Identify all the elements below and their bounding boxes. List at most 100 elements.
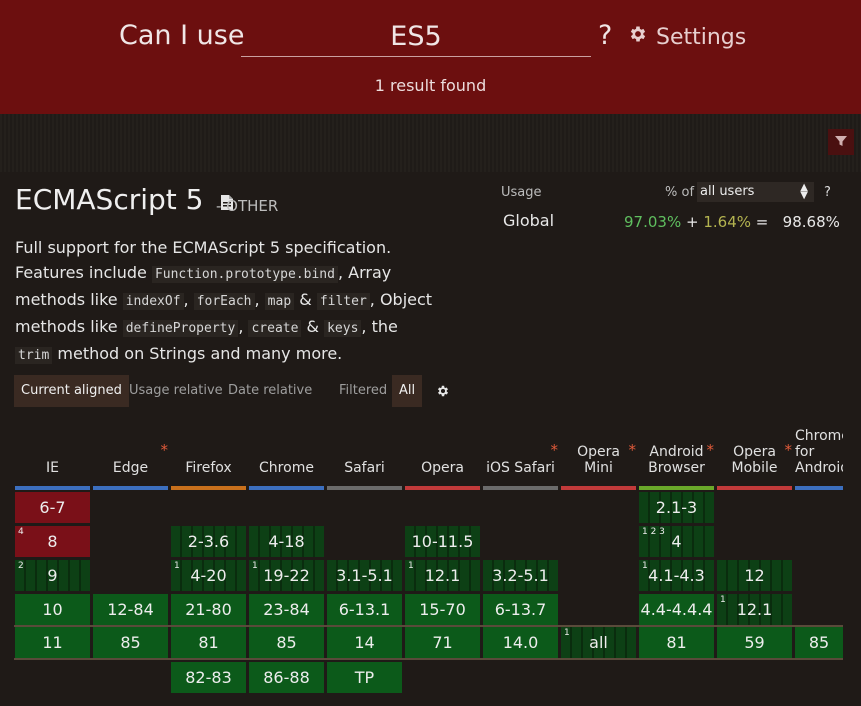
version-cell[interactable]: 1 19-22	[249, 560, 324, 591]
version-cell[interactable]: 4.4-4.4.4	[639, 594, 714, 625]
filtered-label: Filtered	[339, 383, 388, 398]
code-snippet: defineProperty	[122, 320, 239, 337]
users-select-value: all users	[700, 184, 755, 199]
table-settings-gear-icon[interactable]	[436, 383, 450, 402]
global-label: Global	[503, 211, 555, 230]
settings-button[interactable]: Settings	[628, 24, 746, 50]
partial-support-pct: 1.64%	[703, 213, 751, 231]
browser-header[interactable]: Chrome for Android	[795, 428, 843, 486]
code-snippet: create	[248, 320, 302, 337]
browser-color-bar	[405, 486, 480, 490]
version-label: 2-3.6	[187, 532, 230, 551]
version-label: 15-70	[419, 600, 466, 619]
browser-name: iOS Safari	[486, 460, 555, 476]
browser-color-bar	[561, 486, 636, 490]
filter-icon	[834, 133, 848, 152]
note-number: 1	[720, 595, 726, 605]
code-snippet: map	[264, 293, 295, 310]
search-input[interactable]: ES5	[241, 18, 591, 57]
code-snippet: filter	[316, 293, 370, 310]
version-cell[interactable]: 29	[15, 560, 90, 591]
version-label: 10-11.5	[411, 532, 474, 551]
note-number: 2	[18, 561, 24, 571]
version-cell[interactable]: 1 4-20	[171, 560, 246, 591]
version-cell[interactable]: 12-84	[93, 594, 168, 625]
browser-header[interactable]: Firefox	[171, 432, 246, 486]
version-cell[interactable]: TP	[327, 662, 402, 693]
version-label: 12	[744, 566, 765, 585]
note-number: 1	[408, 561, 414, 571]
note-star-icon: *	[784, 441, 793, 459]
gear-icon	[628, 24, 648, 50]
version-cell[interactable]: 10-11.5	[405, 526, 480, 557]
version-cell[interactable]: 4-18	[249, 526, 324, 557]
version-cell[interactable]: 1 4.1-4.3	[639, 560, 714, 591]
version-cell[interactable]: 1 2 3 4	[639, 526, 714, 557]
version-label: 12-84	[107, 600, 154, 619]
browser-header[interactable]: Chrome	[249, 432, 324, 486]
version-label: 3.1-5.1	[336, 566, 393, 585]
version-cell[interactable]: 6-13.1	[327, 594, 402, 625]
version-cell[interactable]: 23-84	[249, 594, 324, 625]
version-cell[interactable]: 86-88	[249, 662, 324, 693]
version-label: 4.1-4.3	[648, 566, 705, 585]
browser-name: Firefox	[185, 460, 232, 476]
version-cell[interactable]: 82-83	[171, 662, 246, 693]
browser-color-bar	[15, 486, 90, 490]
note-number: 1	[642, 561, 648, 571]
version-cell[interactable]: 6-13.7	[483, 594, 558, 625]
version-cell[interactable]: 12	[717, 560, 792, 591]
note-number: 4	[18, 527, 24, 537]
version-cell[interactable]: 10	[15, 594, 90, 625]
users-select[interactable]: all users ▲ ▼	[697, 182, 814, 202]
equals-sign: =	[755, 213, 769, 231]
browser-header[interactable]: Android Browser *	[639, 432, 714, 486]
browser-header[interactable]: IE	[15, 432, 90, 486]
feature-title: ECMAScript 5	[15, 183, 234, 218]
version-cell[interactable]: 3.2-5.1	[483, 560, 558, 591]
browser-color-bar	[717, 486, 792, 490]
help-link[interactable]: ?	[598, 20, 612, 51]
browser-name: Opera Mini	[577, 444, 620, 476]
version-label: 8	[47, 532, 58, 551]
version-cell[interactable]: 15-70	[405, 594, 480, 625]
description-text: Features include	[15, 263, 152, 282]
browser-header[interactable]: Opera	[405, 432, 480, 486]
usage-help-link[interactable]: ?	[824, 185, 831, 200]
browser-header[interactable]: Safari	[327, 432, 402, 486]
browser-color-bar	[483, 486, 558, 490]
tab-date-relative[interactable]: Date relative	[221, 375, 319, 407]
tab-current-aligned[interactable]: Current aligned	[14, 375, 129, 407]
tab-usage-relative[interactable]: Usage relative	[122, 375, 230, 407]
browser-name: Edge	[112, 460, 149, 476]
filter-all-button[interactable]: All	[392, 375, 423, 407]
usage-stats: 97.03% + 1.64% = 98.68%	[624, 213, 840, 231]
total-support-pct: 98.68%	[782, 213, 840, 231]
version-label: 9	[47, 566, 58, 585]
browser-header[interactable]: Opera Mini *	[561, 432, 636, 486]
browser-header[interactable]: Opera Mobile *	[717, 432, 792, 486]
note-star-icon: *	[706, 441, 715, 459]
browser-header[interactable]: iOS Safari *	[483, 432, 558, 486]
version-cell[interactable]: 2-3.6	[171, 526, 246, 557]
code-snippet: forEach	[193, 293, 255, 310]
version-cell[interactable]: 1 12.1	[717, 594, 792, 625]
version-label: 6-13.7	[494, 600, 547, 619]
version-cell[interactable]: 1 12.1	[405, 560, 480, 591]
code-snippet: Function.prototype.bind	[151, 266, 338, 283]
plus-sign: +	[685, 213, 699, 231]
version-cell[interactable]: 48	[15, 526, 90, 557]
description-text: method on Strings and many more.	[52, 344, 343, 363]
full-support-pct: 97.03%	[624, 213, 682, 231]
version-cell[interactable]: 3.1-5.1	[327, 560, 402, 591]
usage-label: Usage	[501, 185, 542, 200]
filter-bar	[0, 114, 861, 172]
description-text: &	[301, 317, 325, 336]
browser-header[interactable]: Edge *	[93, 432, 168, 486]
version-label: 4.4-4.4.4	[640, 600, 713, 619]
version-cell[interactable]: 6-7	[15, 492, 90, 523]
version-cell[interactable]: 21-80	[171, 594, 246, 625]
browser-color-bar	[171, 486, 246, 490]
site-title: Can I use	[119, 20, 245, 51]
filter-button[interactable]	[828, 129, 854, 155]
